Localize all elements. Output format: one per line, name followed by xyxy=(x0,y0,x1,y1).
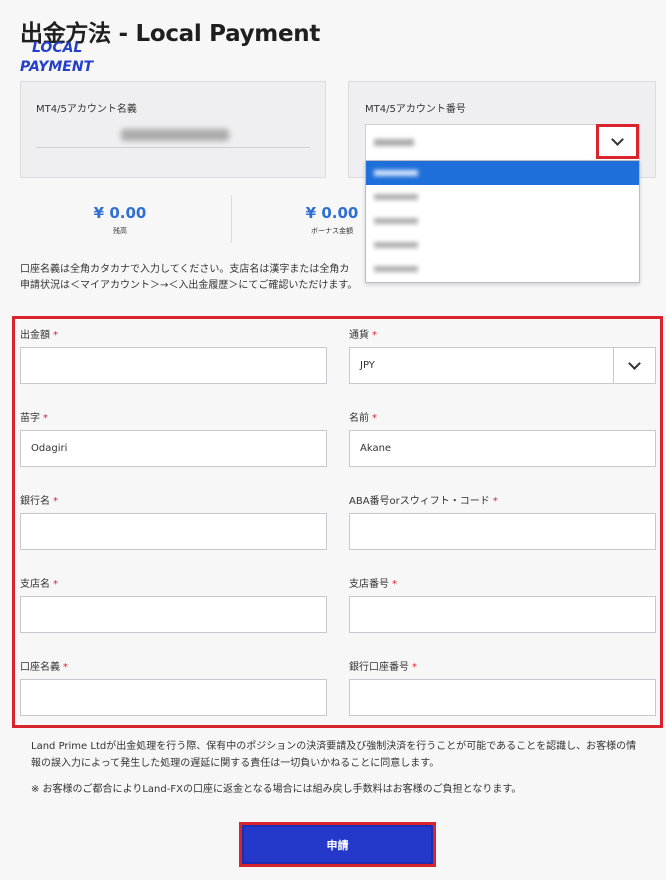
dropdown-option[interactable] xyxy=(366,257,639,281)
branch-name-input[interactable] xyxy=(20,596,327,633)
balance-amount: ¥ 0.00 xyxy=(93,204,147,222)
divider xyxy=(36,147,310,148)
currency-dropdown-toggle[interactable] xyxy=(613,348,655,383)
account-holder-input[interactable] xyxy=(20,679,327,716)
first-name-input[interactable]: Akane xyxy=(349,430,656,467)
dropdown-option[interactable] xyxy=(366,209,639,233)
submit-button[interactable]: 申請 xyxy=(242,825,433,864)
account-number-redacted xyxy=(374,139,414,146)
account-number-label: MT4/5アカウント番号 xyxy=(365,104,466,115)
aba-swift-label: ABA番号orスウィフト・コード * xyxy=(349,496,498,507)
local-payment-logo: LOCAL PAYMENT xyxy=(20,39,120,77)
chevron-down-icon xyxy=(611,132,624,146)
logo-line1: LOCAL xyxy=(32,40,83,56)
currency-select[interactable]: JPY xyxy=(349,347,656,384)
amount-label: 出金額 * xyxy=(20,330,58,341)
first-name-label: 名前 * xyxy=(349,413,377,424)
fee-note: ※ お客様のご都合によりLand-FXの口座に返金となる場合には組み戻し手数料は… xyxy=(31,784,522,795)
branch-name-label: 支店名 * xyxy=(20,579,58,590)
account-name-panel: MT4/5アカウント名義 xyxy=(20,81,326,178)
submit-highlight: 申請 xyxy=(239,822,436,867)
chevron-down-icon xyxy=(628,356,641,370)
last-name-input[interactable]: Odagiri xyxy=(20,430,327,467)
account-holder-label: 口座名義 * xyxy=(20,662,68,673)
branch-number-input[interactable] xyxy=(349,596,656,633)
amount-input[interactable] xyxy=(20,347,327,384)
account-dropdown-toggle[interactable] xyxy=(596,124,639,159)
account-number-field-label: 銀行口座番号 * xyxy=(349,662,417,673)
balance-label: 残高 xyxy=(113,227,127,235)
disclaimer-text: Land Prime Ltdが出金処理を行う際、保有中のポジションの決済要請及び… xyxy=(31,741,637,769)
dropdown-option[interactable] xyxy=(366,161,639,185)
aba-swift-input[interactable] xyxy=(349,513,656,550)
dropdown-option[interactable] xyxy=(366,185,639,209)
account-name-label: MT4/5アカウント名義 xyxy=(36,104,137,115)
account-dropdown-list xyxy=(365,160,640,283)
branch-number-label: 支店番号 * xyxy=(349,579,397,590)
bank-name-input[interactable] xyxy=(20,513,327,550)
currency-value: JPY xyxy=(360,360,375,371)
bank-name-label: 銀行名 * xyxy=(20,496,58,507)
last-name-label: 苗字 * xyxy=(20,413,48,424)
bank-account-number-input[interactable] xyxy=(349,679,656,716)
logo-line2: PAYMENT xyxy=(20,59,94,75)
currency-label: 通貨 * xyxy=(349,330,377,341)
balance-block: ¥ 0.00 残高 xyxy=(20,195,220,236)
dropdown-option[interactable] xyxy=(366,233,639,257)
account-name-redacted xyxy=(121,129,229,141)
